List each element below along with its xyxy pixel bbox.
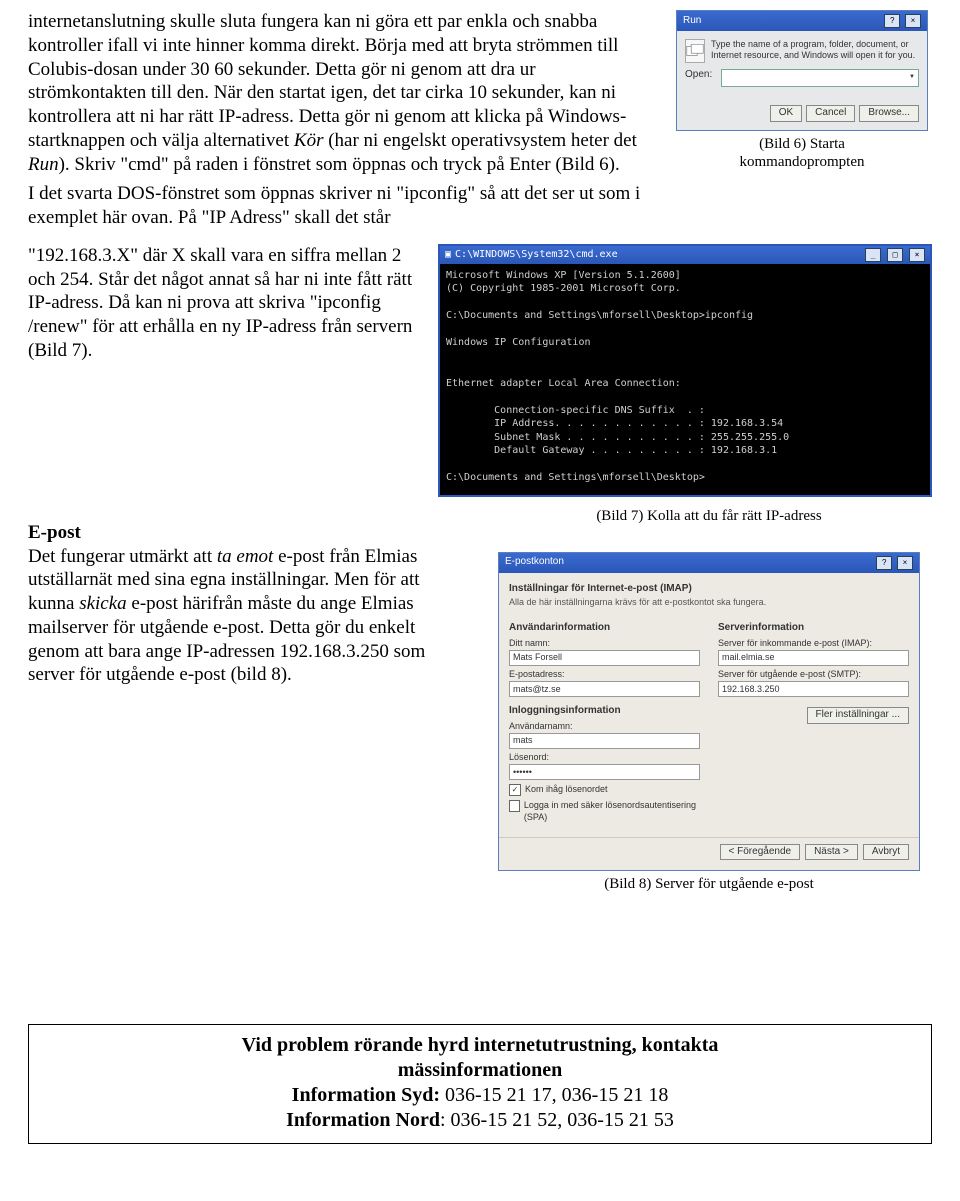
cmd-icon: ▣	[445, 249, 451, 262]
help-icon[interactable]: ?	[876, 556, 892, 570]
p1-kor: Kör	[294, 130, 324, 151]
maximize-icon[interactable]: □	[887, 248, 903, 262]
user-section: Användarinformation	[509, 622, 700, 635]
close-icon[interactable]: ×	[905, 14, 921, 28]
contact-nord-num: : 036-15 21 52, 036-15 21 53	[440, 1109, 674, 1131]
email-field[interactable]: mats@tz.se	[509, 681, 700, 697]
next-button[interactable]: Nästa >	[805, 844, 858, 861]
run-desc: Type the name of a program, folder, docu…	[711, 39, 919, 62]
p1-run: Run	[28, 154, 59, 175]
chevron-down-icon[interactable]: ▼	[909, 74, 915, 82]
contact-box: Vid problem rörande hyrd internetutrustn…	[28, 1024, 932, 1144]
close-icon[interactable]: ×	[897, 556, 913, 570]
name-label: Ditt namn:	[509, 638, 700, 649]
email-dialog: E-postkonton ? × Inställningar för Inter…	[498, 552, 920, 872]
p3a-it: ta emot	[217, 546, 273, 567]
remember-label: Kom ihåg lösenordet	[525, 784, 608, 795]
run-title-text: Run	[683, 15, 701, 28]
p1c: ). Skriv "cmd" på raden i fönstret som ö…	[59, 154, 620, 175]
p2: I det svarta DOS-fönstret som öppnas skr…	[28, 183, 640, 228]
cmd-window: ▣ C:\WINDOWS\System32\cmd.exe _ □ × Micr…	[438, 244, 932, 497]
p3b-it: skicka	[79, 593, 126, 614]
spa-label: Logga in med säker lösenordsautentiserin…	[524, 800, 700, 823]
contact-line2: mässinformationen	[398, 1059, 562, 1081]
cmd-body[interactable]: Microsoft Windows XP [Version 5.1.2600] …	[440, 264, 930, 495]
remember-checkbox[interactable]: ✓	[509, 784, 521, 796]
contact-nord-label: Information Nord	[286, 1109, 440, 1131]
outgoing-label: Server för utgående e-post (SMTP):	[718, 669, 909, 680]
more-settings-button[interactable]: Fler inställningar ...	[807, 707, 909, 724]
browse-button[interactable]: Browse...	[859, 105, 919, 122]
p1b: (har ni engelskt operativsystem heter de…	[323, 130, 636, 151]
email-title-text: E-postkonton	[505, 556, 564, 569]
paragraph-2: "192.168.3.X" där X skall vara en siffra…	[28, 244, 420, 363]
username-field[interactable]: mats	[509, 733, 700, 749]
open-label: Open:	[685, 69, 715, 82]
incoming-label: Server för inkommande e-post (IMAP):	[718, 638, 909, 649]
cancel-button[interactable]: Cancel	[806, 105, 855, 122]
caption-6: (Bild 6) Starta kommandoprompten	[740, 135, 865, 173]
run-icon	[685, 39, 705, 63]
spa-checkbox[interactable]	[509, 800, 520, 812]
ok-button[interactable]: OK	[770, 105, 802, 122]
email-heading: Inställningar för Internet-e-post (IMAP)	[509, 583, 909, 596]
email-label: E-postadress:	[509, 669, 700, 680]
email-titlebar: E-postkonton ? ×	[499, 553, 919, 573]
run-titlebar: Run ? ×	[677, 11, 927, 31]
run-dialog: Run ? × Type the name of a program, fold…	[676, 10, 928, 131]
user-label: Användarnamn:	[509, 721, 700, 732]
cmd-title-text: C:\WINDOWS\System32\cmd.exe	[455, 249, 618, 262]
caption-7: (Bild 7) Kolla att du får rätt IP-adress	[596, 507, 821, 526]
cmd-titlebar: ▣ C:\WINDOWS\System32\cmd.exe _ □ ×	[440, 246, 930, 264]
open-input[interactable]: ▼	[721, 69, 919, 87]
password-field[interactable]: ••••••	[509, 764, 700, 780]
incoming-field[interactable]: mail.elmia.se	[718, 650, 909, 666]
outgoing-field[interactable]: 192.168.3.250	[718, 681, 909, 697]
help-icon[interactable]: ?	[884, 14, 900, 28]
contact-syd-num: 036-15 21 17, 036-15 21 18	[440, 1084, 668, 1106]
close-icon[interactable]: ×	[909, 248, 925, 262]
name-field[interactable]: Mats Forsell	[509, 650, 700, 666]
cancel-button[interactable]: Avbryt	[863, 844, 909, 861]
server-section: Serverinformation	[718, 622, 909, 635]
p3a: Det fungerar utmärkt att	[28, 546, 217, 567]
back-button[interactable]: < Föregående	[720, 844, 801, 861]
login-section: Inloggningsinformation	[509, 705, 700, 718]
email-subheading: Alla de här inställningarna krävs för at…	[509, 597, 909, 608]
contact-line1: Vid problem rörande hyrd internetutrustn…	[242, 1034, 719, 1056]
minimize-icon[interactable]: _	[865, 248, 881, 262]
epost-heading: E-post	[28, 521, 468, 545]
caption-8: (Bild 8) Server för utgående e-post	[604, 875, 814, 894]
pass-label: Lösenord:	[509, 752, 700, 763]
paragraph-1: internetanslutning skulle sluta fungera …	[28, 10, 654, 230]
contact-syd-label: Information Syd:	[292, 1084, 440, 1106]
